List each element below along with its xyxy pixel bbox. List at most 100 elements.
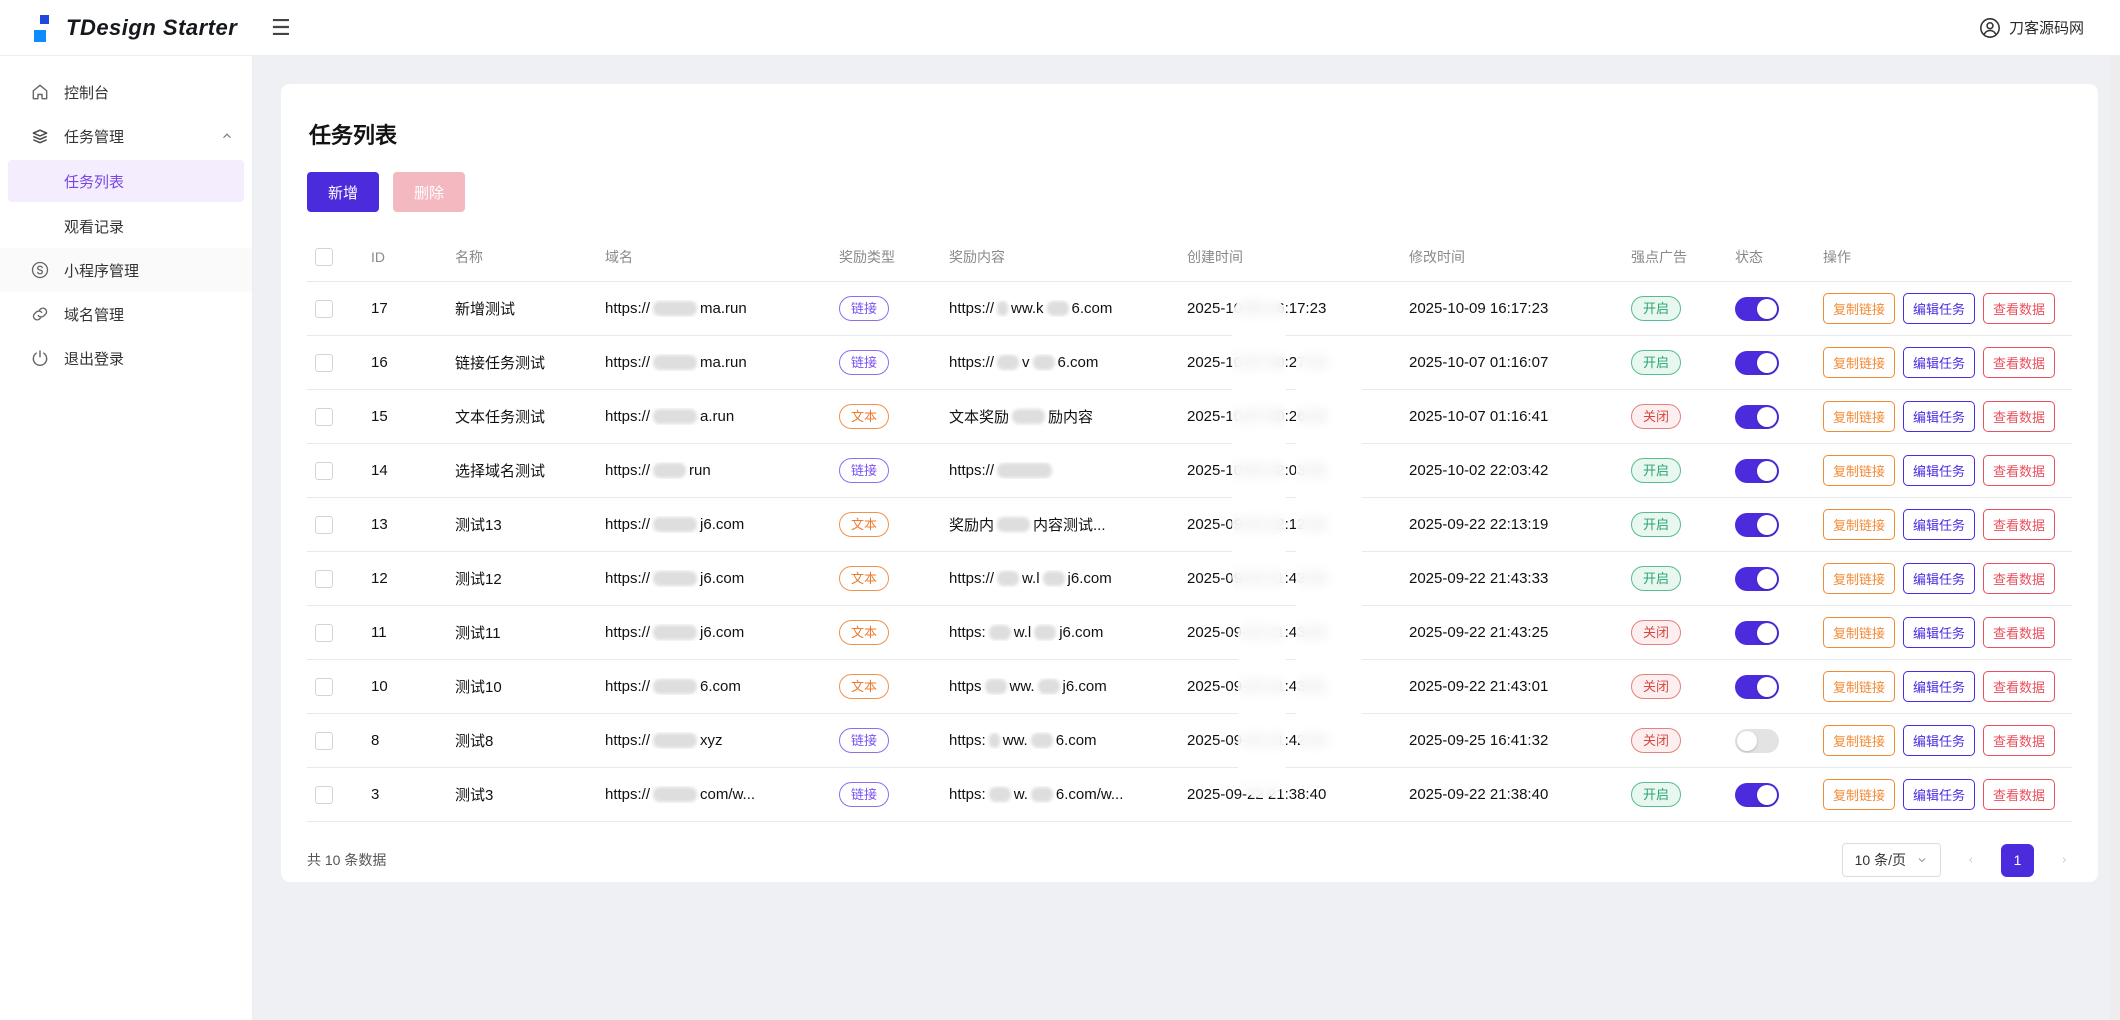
edit-task-button[interactable]: 编辑任务: [1903, 563, 1975, 594]
cell-id: 14: [363, 462, 447, 479]
status-toggle[interactable]: [1735, 351, 1779, 375]
column-header-reward-type: 奖励类型: [831, 247, 941, 267]
status-toggle[interactable]: [1735, 567, 1779, 591]
page-size-select[interactable]: 10 条/页: [1842, 843, 1941, 877]
row-checkbox[interactable]: [315, 732, 333, 750]
user-avatar-icon: [1979, 17, 2001, 39]
total-count-text: 共 10 条数据: [307, 850, 386, 870]
status-toggle[interactable]: [1735, 513, 1779, 537]
copy-link-button[interactable]: 复制链接: [1823, 617, 1895, 648]
copy-link-button[interactable]: 复制链接: [1823, 509, 1895, 540]
edit-task-button[interactable]: 编辑任务: [1903, 671, 1975, 702]
row-checkbox[interactable]: [315, 786, 333, 804]
view-data-button[interactable]: 查看数据: [1983, 347, 2055, 378]
add-button[interactable]: 新增: [307, 172, 379, 212]
copy-link-button[interactable]: 复制链接: [1823, 563, 1895, 594]
cell-actions: 复制链接编辑任务查看数据: [1815, 293, 2072, 324]
copy-link-button[interactable]: 复制链接: [1823, 671, 1895, 702]
cell-force-ad: 开启: [1623, 566, 1727, 591]
row-checkbox-cell: [307, 732, 363, 750]
reward-type-tag: 链接: [839, 458, 889, 483]
copy-link-button[interactable]: 复制链接: [1823, 293, 1895, 324]
edit-task-button[interactable]: 编辑任务: [1903, 455, 1975, 486]
cell-reward-content: httpsww.j6.com: [941, 678, 1179, 695]
edit-task-button[interactable]: 编辑任务: [1903, 617, 1975, 648]
copy-link-button[interactable]: 复制链接: [1823, 347, 1895, 378]
status-toggle[interactable]: [1735, 783, 1779, 807]
row-checkbox[interactable]: [315, 408, 333, 426]
cell-created-time: 2025-09-22 21:43:25: [1179, 624, 1401, 641]
status-toggle[interactable]: [1735, 297, 1779, 321]
row-checkbox[interactable]: [315, 300, 333, 318]
cell-reward-type: 文本: [831, 674, 941, 699]
sidebar-item-task-list[interactable]: 任务列表: [8, 160, 244, 202]
view-data-button[interactable]: 查看数据: [1983, 671, 2055, 702]
cell-status: [1727, 621, 1815, 645]
cell-modified-time: 2025-09-22 21:43:01: [1401, 678, 1623, 695]
row-checkbox[interactable]: [315, 354, 333, 372]
chevron-left-icon[interactable]: [1963, 852, 1979, 868]
cell-reward-content: https:ww.6.com: [941, 732, 1179, 749]
copy-link-button[interactable]: 复制链接: [1823, 725, 1895, 756]
cell-domain: https://ma.run: [597, 354, 831, 371]
edit-task-button[interactable]: 编辑任务: [1903, 725, 1975, 756]
view-data-button[interactable]: 查看数据: [1983, 455, 2055, 486]
task-table: ID 名称 域名 奖励类型 奖励内容 创建时间 修改时间 强点广告 状态 操作 …: [307, 232, 2072, 822]
row-checkbox[interactable]: [315, 462, 333, 480]
cell-id: 13: [363, 516, 447, 533]
table-body: 17新增测试https://ma.run链接https://ww.k6.com2…: [307, 282, 2072, 822]
sidebar-item-watch-records[interactable]: 观看记录: [0, 204, 252, 248]
edit-task-button[interactable]: 编辑任务: [1903, 401, 1975, 432]
scrollbar-track[interactable]: [2110, 56, 2120, 1020]
app-logo[interactable]: TDesign Starter: [0, 13, 253, 43]
copy-link-button[interactable]: 复制链接: [1823, 455, 1895, 486]
row-checkbox-cell: [307, 462, 363, 480]
view-data-button[interactable]: 查看数据: [1983, 509, 2055, 540]
edit-task-button[interactable]: 编辑任务: [1903, 509, 1975, 540]
sidebar-item-task-management[interactable]: 任务管理: [0, 114, 252, 158]
view-data-button[interactable]: 查看数据: [1983, 617, 2055, 648]
cell-id: 8: [363, 732, 447, 749]
sidebar-item-console[interactable]: 控制台: [0, 70, 252, 114]
chevron-right-icon[interactable]: [2056, 852, 2072, 868]
status-toggle[interactable]: [1735, 459, 1779, 483]
cell-actions: 复制链接编辑任务查看数据: [1815, 401, 2072, 432]
user-menu[interactable]: 刀客源码网: [1979, 17, 2120, 39]
view-data-button[interactable]: 查看数据: [1983, 725, 2055, 756]
row-checkbox[interactable]: [315, 516, 333, 534]
view-data-button[interactable]: 查看数据: [1983, 293, 2055, 324]
cell-id: 11: [363, 624, 447, 641]
status-toggle[interactable]: [1735, 675, 1779, 699]
row-checkbox[interactable]: [315, 570, 333, 588]
row-checkbox[interactable]: [315, 624, 333, 642]
cell-id: 16: [363, 354, 447, 371]
select-all-checkbox[interactable]: [315, 248, 333, 266]
sidebar-item-label: 小程序管理: [64, 260, 234, 281]
view-data-button[interactable]: 查看数据: [1983, 563, 2055, 594]
redacted-text: [989, 733, 1000, 748]
edit-task-button[interactable]: 编辑任务: [1903, 779, 1975, 810]
copy-link-button[interactable]: 复制链接: [1823, 401, 1895, 432]
cell-name: 测试8: [447, 730, 597, 751]
view-data-button[interactable]: 查看数据: [1983, 779, 2055, 810]
edit-task-button[interactable]: 编辑任务: [1903, 347, 1975, 378]
cell-id: 3: [363, 786, 447, 803]
table-row: 13测试13https://j6.com文本奖励内内容测试...2025-09-…: [307, 498, 2072, 552]
status-toggle[interactable]: [1735, 729, 1779, 753]
cell-created-time: 2025-09-22 21:43:01: [1179, 678, 1401, 695]
sidebar-item-domain-management[interactable]: 域名管理: [0, 292, 252, 336]
redacted-text: [653, 679, 697, 694]
edit-task-button[interactable]: 编辑任务: [1903, 293, 1975, 324]
row-checkbox-cell: [307, 678, 363, 696]
hamburger-icon[interactable]: ☰: [271, 17, 291, 39]
redacted-text: [1031, 787, 1053, 802]
status-toggle[interactable]: [1735, 621, 1779, 645]
current-page-button[interactable]: 1: [2001, 844, 2034, 877]
row-checkbox[interactable]: [315, 678, 333, 696]
copy-link-button[interactable]: 复制链接: [1823, 779, 1895, 810]
sidebar-item-miniprogram[interactable]: 小程序管理: [0, 248, 252, 292]
sidebar-item-logout[interactable]: 退出登录: [0, 336, 252, 380]
delete-button[interactable]: 删除: [393, 172, 465, 212]
view-data-button[interactable]: 查看数据: [1983, 401, 2055, 432]
status-toggle[interactable]: [1735, 405, 1779, 429]
